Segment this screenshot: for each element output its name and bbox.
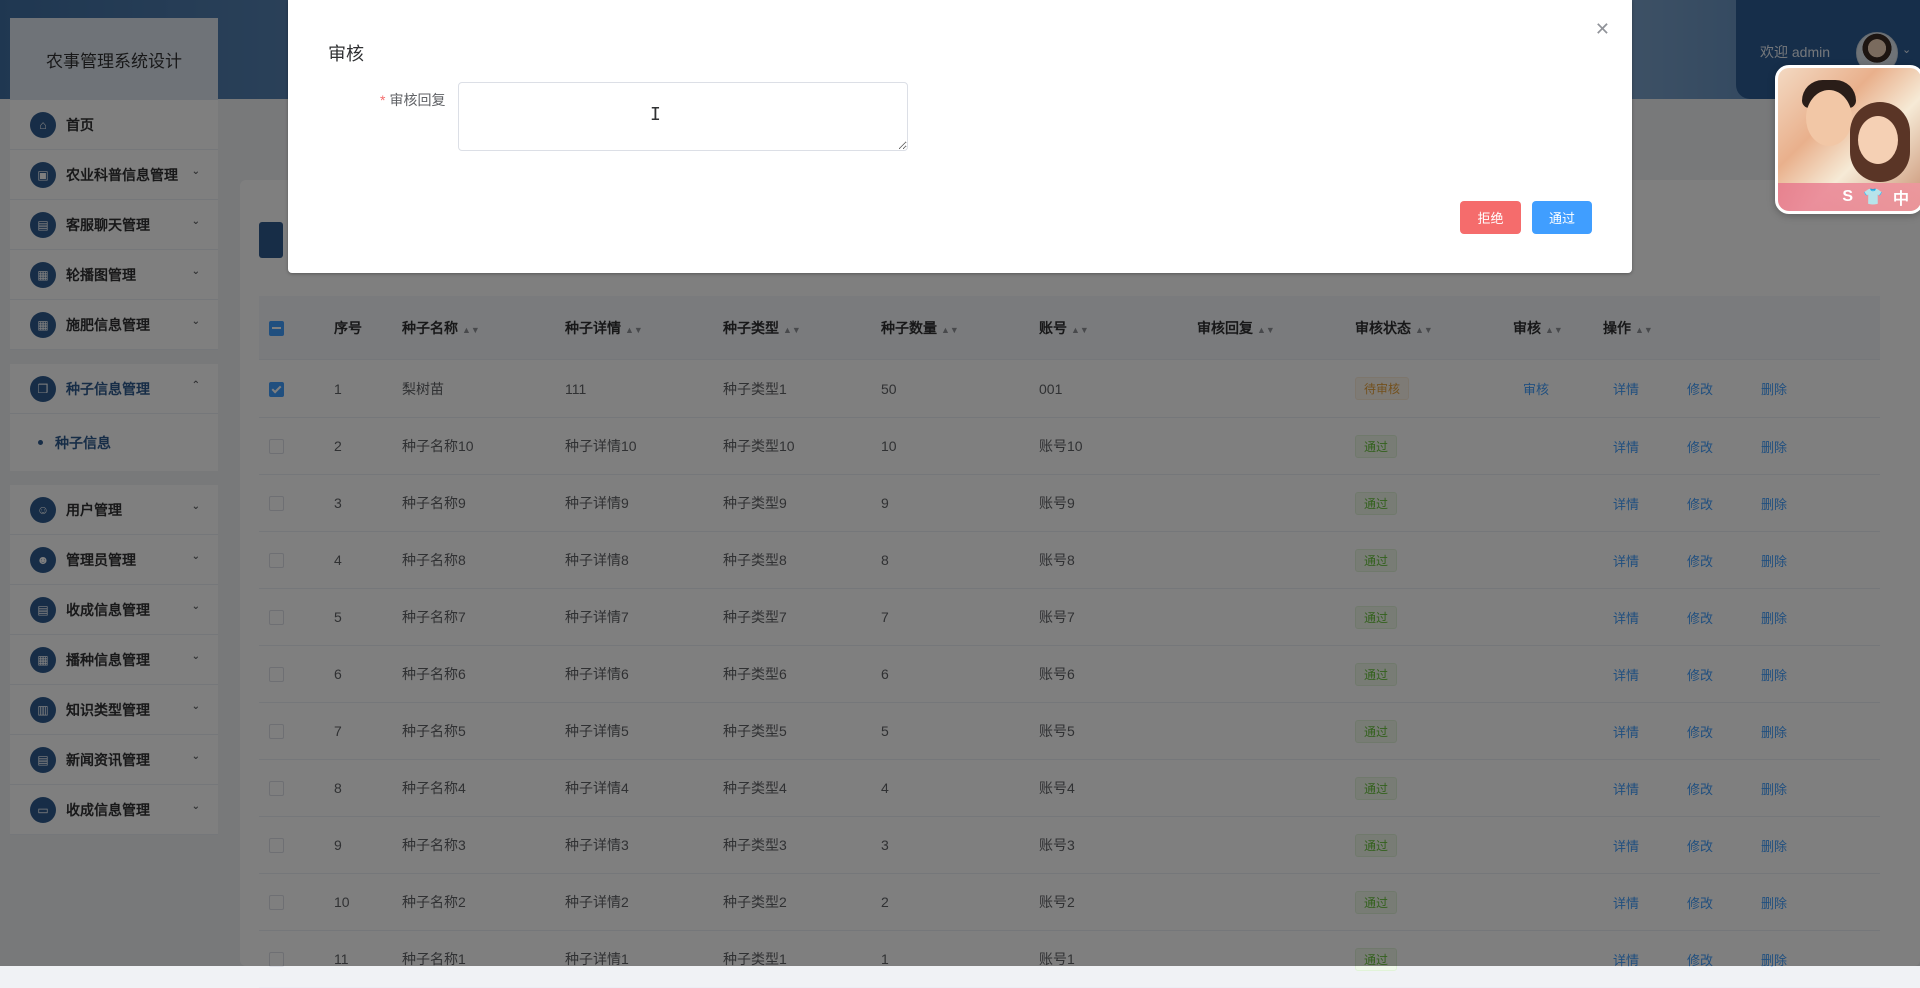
photo-figure bbox=[1806, 90, 1852, 146]
photo-figure bbox=[1858, 116, 1898, 164]
shirt-icon[interactable]: 👕 bbox=[1863, 187, 1883, 207]
floating-photo-widget[interactable]: S 👕 中 bbox=[1775, 65, 1920, 214]
field-label-text: 审核回复 bbox=[389, 92, 446, 108]
field-label: * 审核回复 bbox=[380, 90, 445, 110]
chinese-input-icon[interactable]: 中 bbox=[1893, 185, 1909, 209]
approve-button[interactable]: 通过 bbox=[1532, 201, 1592, 234]
required-mark: * bbox=[380, 92, 386, 108]
s-icon[interactable]: S bbox=[1842, 188, 1853, 206]
text-cursor-icon: I bbox=[650, 104, 661, 125]
close-icon[interactable]: ✕ bbox=[1595, 20, 1610, 38]
review-reply-textarea[interactable] bbox=[458, 82, 908, 151]
reject-button[interactable]: 拒绝 bbox=[1460, 201, 1521, 234]
dialog-title: 审核 bbox=[328, 44, 364, 64]
widget-toolbar: S 👕 中 bbox=[1778, 183, 1920, 211]
review-dialog: 审核 ✕ * 审核回复 I 拒绝 通过 bbox=[288, 0, 1632, 273]
